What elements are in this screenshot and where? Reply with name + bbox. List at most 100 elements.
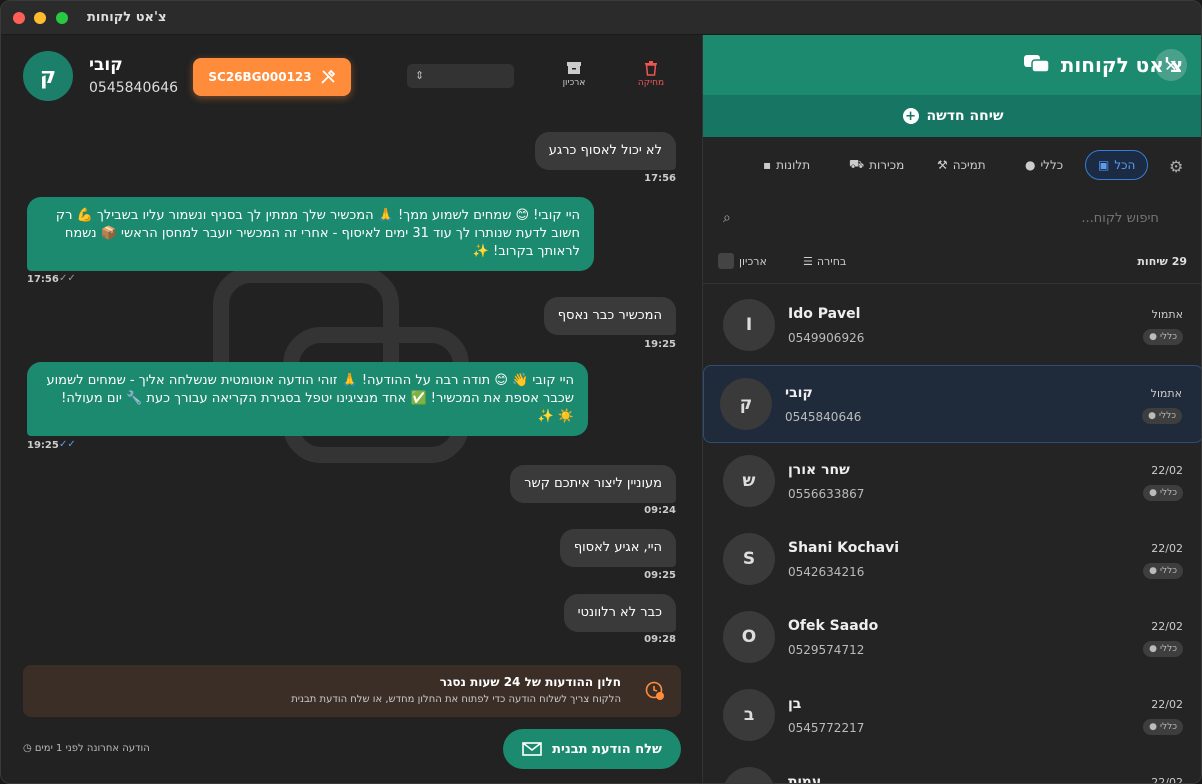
last-message-text: הודעה אחרונה לפני 1 ימים	[34, 743, 150, 754]
message-time: 09:28	[644, 634, 676, 645]
archive-toggle[interactable]: ארכיון	[718, 253, 767, 269]
comment-alert-icon: ▪	[763, 158, 772, 172]
conversation-count: 29 שיחות	[1137, 255, 1187, 268]
category-badge: כללי ●	[1143, 485, 1183, 501]
new-conversation-button[interactable]: שיחה חדשה +	[703, 95, 1201, 137]
conversation-phone: 0542634216	[788, 565, 865, 579]
search-icon: ⌕	[723, 210, 731, 226]
conversation-name: קובי	[785, 385, 813, 401]
contact-name: קובי	[89, 55, 123, 75]
last-message-info: הודעה אחרונה לפני 1 ימים ◷	[23, 743, 150, 754]
conversation-item[interactable]: O Ofek Saado 0529574712 22/02 כללי ●	[703, 599, 1201, 677]
chat-icon: ●	[1148, 411, 1156, 421]
chat-icon: ●	[1149, 488, 1157, 498]
conversation-phone: 0529574712	[788, 643, 865, 657]
conversation-date: אתמול	[1151, 308, 1183, 321]
filter-tabs: ⚙ הכל ▣ כללי ● תמיכה ⚒ מכירות ⛟ תלונות ▪	[703, 147, 1201, 183]
tab-general[interactable]: כללי ●	[1025, 150, 1063, 180]
close-icon: ✕	[1164, 55, 1178, 75]
delete-button[interactable]: מחיקה	[629, 60, 673, 88]
select-label: בחירה	[816, 255, 847, 268]
tab-complaints[interactable]: תלונות ▪	[763, 150, 810, 180]
tab-complaints-label: תלונות	[776, 158, 811, 172]
conversation-item-selected[interactable]: ק קובי 0545840646 אתמול כללי ●	[703, 365, 1201, 443]
message-time: 17:56	[27, 274, 59, 285]
contact-phone: 0545840646	[89, 80, 179, 96]
app-window: צ'אט לקוחות ק קובי 0545840646 SC26BG0001…	[0, 0, 1202, 784]
archive-toggle-label: ארכיון	[739, 254, 767, 268]
notice-subtitle: הלקוח צריך לשלוח הודעה כדי לפתוח את החלו…	[291, 694, 621, 705]
minimize-window-button[interactable]	[34, 12, 46, 24]
avatar: ע	[723, 767, 775, 783]
close-window-button[interactable]	[13, 12, 25, 24]
category-badge-label: כללי	[1159, 488, 1177, 498]
category-badge-label: כללי	[1159, 332, 1177, 342]
zoom-window-button[interactable]	[56, 12, 68, 24]
gear-icon[interactable]: ⚙	[1169, 157, 1183, 176]
archive-checkbox[interactable]	[718, 253, 734, 269]
message-bubble: כבר לא רלוונטי	[563, 594, 676, 632]
send-template-button[interactable]: שלח הודעת תבנית	[503, 729, 681, 769]
conversation-item[interactable]: ש שחר אורן 0556633867 22/02 כללי ●	[703, 443, 1201, 521]
chat-pane: ק קובי 0545840646 SC26BG000123 ⇕ ארכיון …	[1, 35, 702, 783]
tools-icon	[320, 69, 335, 84]
tab-sales[interactable]: מכירות ⛟	[849, 150, 904, 180]
search-input[interactable]	[738, 210, 1159, 226]
chat-icon: ●	[1149, 644, 1157, 654]
conversation-phone: 0545840646	[785, 410, 862, 424]
category-badge: כללי ●	[1142, 408, 1182, 424]
message-time: 17:56	[644, 173, 676, 184]
cart-icon: ⛟	[849, 157, 865, 171]
message-time: 09:24	[644, 505, 676, 516]
avatar: ב	[723, 689, 775, 741]
status-select[interactable]: ⇕	[407, 64, 514, 88]
archive-button[interactable]: ארכיון	[552, 60, 596, 88]
new-conversation-label: שיחה חדשה	[926, 108, 1004, 124]
ticket-button[interactable]: SC26BG000123	[193, 58, 351, 96]
notice-title: חלון ההודעות של 24 שעות נסגר	[439, 675, 621, 689]
clock-icon: ◷	[23, 743, 32, 754]
close-sidebar-button[interactable]: ✕	[1155, 49, 1187, 81]
delete-label: מחיקה	[637, 78, 665, 88]
envelope-icon	[522, 742, 542, 756]
category-badge-label: כללי	[1159, 722, 1177, 732]
tools-icon: ⚒	[937, 158, 948, 172]
avatar: S	[723, 533, 775, 585]
select-mode-button[interactable]: בחירה ☰	[803, 255, 846, 268]
archive-label: ארכיון	[562, 78, 586, 88]
conversation-date: 22/02	[1151, 620, 1183, 633]
search-bar: ⌕	[723, 203, 1183, 233]
window-title: צ'אט לקוחות	[87, 10, 167, 25]
tab-all[interactable]: הכל ▣	[1085, 150, 1149, 180]
conversation-item[interactable]: ע עמית 22/02	[703, 755, 1201, 784]
double-check-icon: ✓✓	[59, 273, 76, 284]
conversation-date: 22/02	[1151, 698, 1183, 711]
avatar: ק	[720, 378, 772, 430]
clock-alert-icon	[645, 681, 664, 700]
chat-icon: ●	[1025, 158, 1036, 172]
category-badge: כללי ●	[1143, 329, 1183, 345]
message-bubble: המכשיר כבר נאסף	[543, 297, 676, 335]
tab-support[interactable]: תמיכה ⚒	[937, 150, 986, 180]
conversation-item[interactable]: I Ido Pavel 0549906926 אתמול כללי ●	[703, 287, 1201, 365]
conversation-item[interactable]: ב בן 0545772217 22/02 כללי ●	[703, 677, 1201, 755]
chevron-updown-icon: ⇕	[415, 69, 425, 82]
conversation-name: עמית	[788, 774, 822, 784]
chat-header: ק קובי 0545840646 SC26BG000123 ⇕ ארכיון …	[1, 35, 702, 115]
message-time: 19:25	[27, 440, 59, 451]
archive-icon	[567, 62, 581, 74]
conversation-phone: 0556633867	[788, 487, 865, 501]
contact-avatar: ק	[23, 51, 73, 101]
avatar: O	[723, 611, 775, 663]
title-bar: צ'אט לקוחות	[1, 1, 1201, 35]
message-time: 09:25	[644, 570, 676, 581]
ticket-id: SC26BG000123	[208, 70, 312, 84]
double-check-icon: ✓✓	[59, 439, 76, 450]
message-bubble: היי, אגיע לאסוף	[559, 529, 676, 567]
conversation-item[interactable]: S Shani Kochavi 0542634216 22/02 כללי ●	[703, 521, 1201, 599]
conversation-name: בן	[788, 696, 802, 712]
category-badge: כללי ●	[1143, 641, 1183, 657]
message-list[interactable]: לא יכול לאסוף כרגע 17:56 היי קובי! 😊 שמח…	[1, 115, 702, 655]
conversation-name: Shani Kochavi	[788, 540, 899, 556]
conversation-name: שחר אורן	[788, 462, 850, 478]
